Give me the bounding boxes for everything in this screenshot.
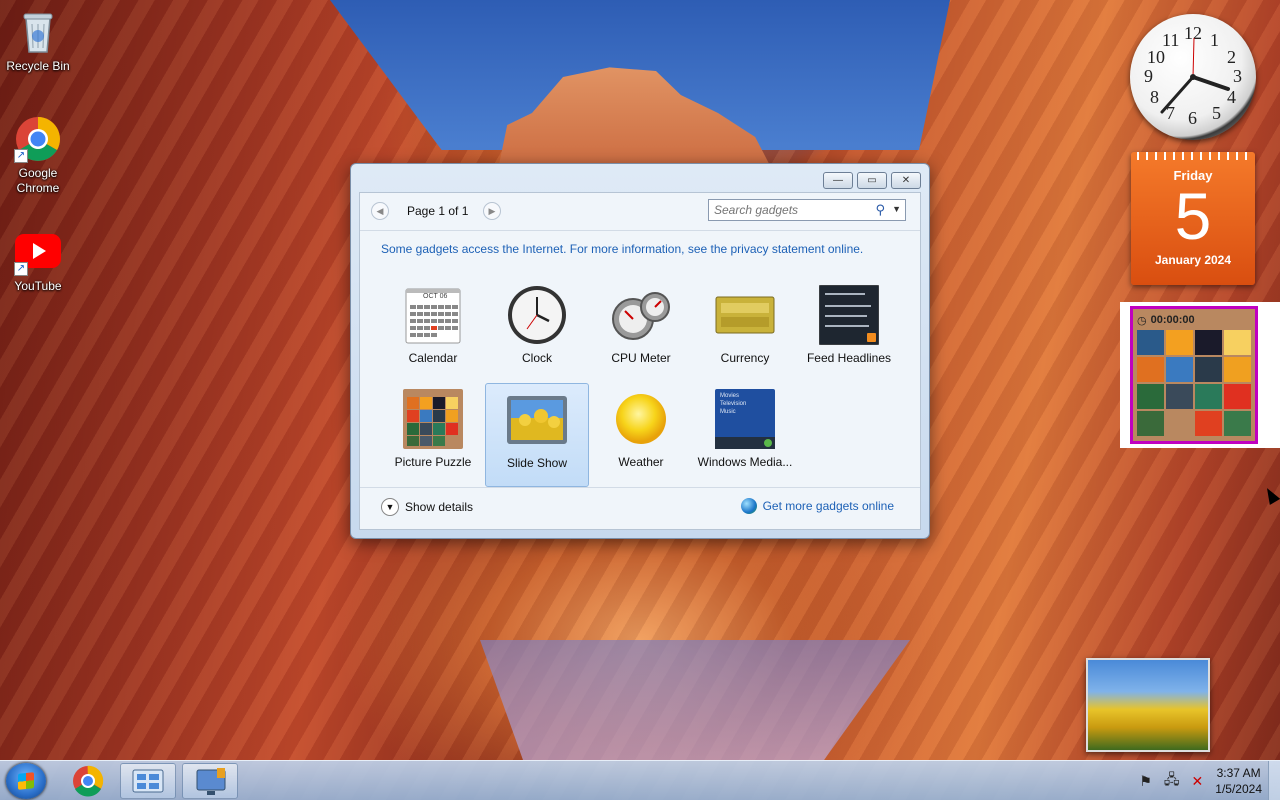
windows-media-icon: Movies Television Music [715,389,775,449]
gadgets-icon [132,769,164,793]
maximize-button[interactable]: ▭ [857,172,887,189]
close-button[interactable]: ✕ [891,172,921,189]
gadget-label: CPU Meter [611,351,671,365]
volume-muted-icon[interactable]: ✕ [1192,773,1204,790]
start-button[interactable] [6,763,46,799]
media-thumb-line: Movies [720,393,740,399]
desktop-icon-google-chrome[interactable]: ↗ Google Chrome [0,115,76,196]
network-icon[interactable]: 🖧 [1164,769,1180,793]
windows-logo-icon [18,772,34,790]
clock-hands [1160,37,1230,114]
gadget-label: Picture Puzzle [394,455,472,469]
next-page-button[interactable]: ▶ [483,202,501,220]
desktop-icon-youtube[interactable]: ↗ YouTube [0,228,76,294]
gadget-label: Windows Media... [697,455,793,469]
media-thumb-line: Television [720,401,747,407]
show-desktop-button[interactable] [1268,761,1280,800]
calendar-rings [1137,152,1249,160]
gadget-tile-clock[interactable]: Clock [485,279,589,383]
picture-puzzle-gadget-area: ◷ 00:00:00 [1120,302,1280,448]
action-center-flag-icon[interactable]: ⚑ [1139,773,1152,790]
desktop-icon-recycle-bin[interactable]: Recycle Bin [0,8,76,74]
puzzle-tiles[interactable] [1137,330,1251,436]
currency-icon [715,285,775,345]
previous-page-button[interactable]: ◀ [371,202,389,220]
globe-icon [740,498,757,514]
search-icon[interactable]: ⚲ [875,202,885,218]
clock-gadget[interactable]: 12 1 2 3 4 5 6 7 8 9 10 11 [1130,14,1256,140]
gadget-label: Slide Show [506,456,568,470]
picture-puzzle-gadget[interactable]: ◷ 00:00:00 [1130,306,1258,444]
show-details-label: Show details [405,500,474,514]
calendar-gadget[interactable]: Friday 5 January 2024 [1131,152,1255,285]
minimize-button[interactable]: — [823,172,853,189]
calendar-date: 5 [1174,179,1212,253]
slide-show-icon [507,390,567,450]
show-details-button[interactable]: ▼ Show details [381,498,473,516]
gadget-tile-calendar[interactable]: OCT 06 Calendar [381,279,485,383]
puzzle-timer: 00:00:00 [1150,314,1195,326]
system-clock[interactable]: 3:37 AM 1/5/2024 [1215,765,1262,797]
gadget-tile-weather[interactable]: Weather [589,383,693,487]
picture-puzzle-icon [403,389,463,449]
timer-icon: ◷ [1137,314,1147,327]
taskbar-display-settings-button[interactable] [182,763,238,799]
gadget-tile-currency[interactable]: Currency [693,279,797,383]
gadget-label: Currency [720,351,770,365]
taskbar-chrome-button[interactable] [60,763,116,799]
get-more-gadgets-label: Get more gadgets online [762,499,894,513]
shortcut-arrow-icon: ↗ [14,262,28,276]
system-time: 3:37 AM [1216,766,1261,780]
recycle-bin-icon [14,8,62,56]
get-more-gadgets-link[interactable]: Get more gadgets online [740,498,894,514]
privacy-notice-link[interactable]: Some gadgets access the Internet. For mo… [381,242,863,256]
wallpaper-water [480,640,910,760]
slide-show-gadget[interactable] [1086,658,1210,752]
chevron-down-icon[interactable]: ▼ [892,204,901,214]
page-indicator: Page 1 of 1 [407,204,469,218]
youtube-icon: ↗ [14,228,62,276]
shortcut-arrow-icon: ↗ [14,149,28,163]
youtube-label: YouTube [14,279,62,293]
gadget-label: Clock [521,351,552,365]
search-input[interactable] [714,203,864,217]
cpu-meter-icon [611,285,671,345]
chrome-icon: ↗ [14,115,62,163]
gadget-label: Feed Headlines [806,351,892,365]
weather-icon [611,389,671,449]
chevron-down-icon: ▼ [381,498,399,516]
gadget-label: Weather [618,455,664,469]
search-box[interactable]: ⚲ ▼ [708,199,906,221]
system-date: 1/5/2024 [1215,782,1262,796]
taskbar-gadgets-button[interactable] [120,763,176,799]
gadget-tile-cpu-meter[interactable]: CPU Meter [589,279,693,383]
clock-icon [507,285,567,345]
media-thumb-line: Music [720,409,736,415]
calendar-icon: OCT 06 [403,285,463,345]
chrome-icon [73,765,104,797]
gadget-gallery-window: — ▭ ✕ ◀ Page 1 of 1 ▶ ⚲ ▼ Some gadgets a… [350,163,930,539]
gadget-label: Calendar [408,351,458,365]
gadget-tile-windows-media-center[interactable]: Movies Television Music Windows Media... [693,383,797,487]
recycle-bin-label: Recycle Bin [6,59,70,73]
google-chrome-label: Google Chrome [16,166,60,195]
gadget-tile-picture-puzzle[interactable]: Picture Puzzle [381,383,485,487]
gadget-tile-slide-show[interactable]: Slide Show [485,383,589,487]
calendar-thumb-month: OCT 06 [423,293,448,300]
taskbar: ⚑ 🖧 ✕ 3:37 AM 1/5/2024 [0,760,1280,800]
calendar-month: January 2024 [1154,253,1232,267]
gadget-tile-feed-headlines[interactable]: Feed Headlines [797,279,901,383]
mouse-cursor-icon [1261,485,1280,505]
feed-headlines-icon [818,284,880,346]
monitor-icon [196,768,226,795]
